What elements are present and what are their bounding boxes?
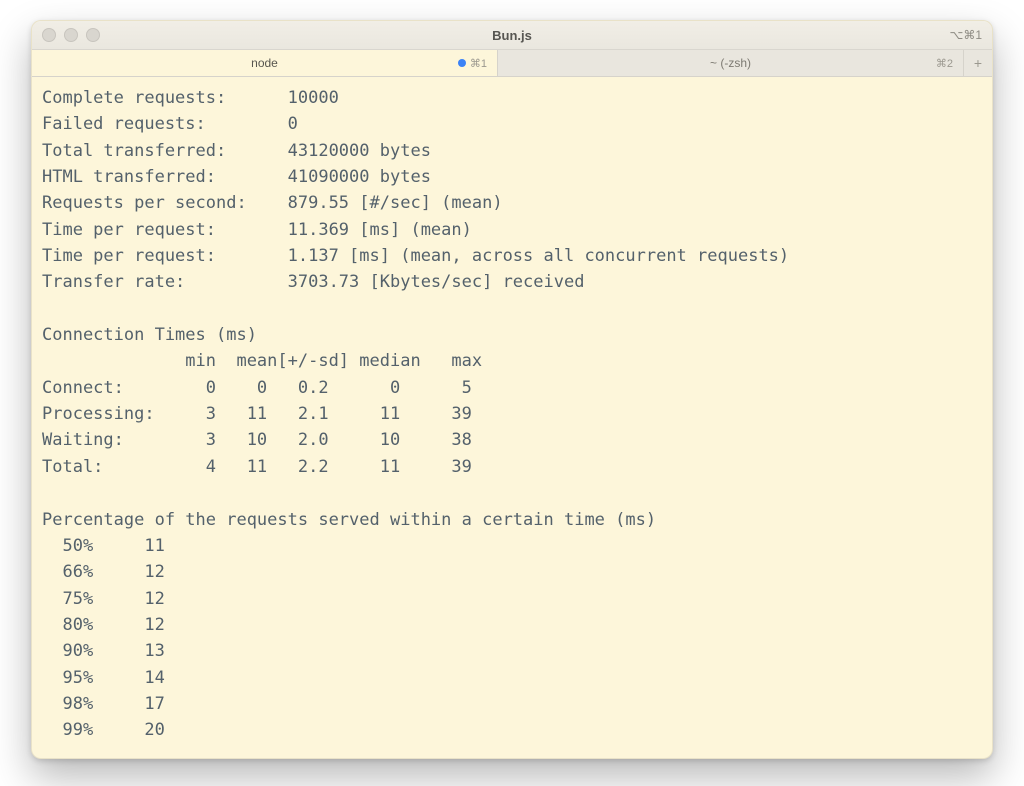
tab-bar: node ⌘1 ~ (-zsh) ⌘2 + bbox=[32, 50, 992, 77]
window-title: Bun.js bbox=[32, 28, 992, 43]
tab-badge: ⌘1 bbox=[458, 57, 487, 70]
new-tab-button[interactable]: + bbox=[964, 50, 992, 76]
close-icon[interactable] bbox=[42, 28, 56, 42]
tab-label: ~ (-zsh) bbox=[710, 56, 751, 70]
terminal-output[interactable]: Complete requests: 10000 Failed requests… bbox=[32, 77, 992, 758]
tab-label: node bbox=[251, 56, 278, 70]
titlebar: Bun.js ⌥⌘1 bbox=[32, 21, 992, 50]
plus-icon: + bbox=[974, 55, 982, 71]
tab-node[interactable]: node ⌘1 bbox=[32, 50, 498, 76]
tab-badge: ⌘2 bbox=[936, 57, 953, 70]
minimize-icon[interactable] bbox=[64, 28, 78, 42]
tab-shortcut: ⌘1 bbox=[470, 57, 487, 70]
tab-shortcut: ⌘2 bbox=[936, 57, 953, 70]
unsaved-dot-icon bbox=[458, 59, 466, 67]
traffic-lights bbox=[42, 28, 100, 42]
window-shortcut-hint: ⌥⌘1 bbox=[949, 28, 982, 42]
zoom-icon[interactable] bbox=[86, 28, 100, 42]
terminal-window: Bun.js ⌥⌘1 node ⌘1 ~ (-zsh) ⌘2 + Complet… bbox=[31, 20, 993, 759]
tab-zsh[interactable]: ~ (-zsh) ⌘2 bbox=[498, 50, 964, 76]
